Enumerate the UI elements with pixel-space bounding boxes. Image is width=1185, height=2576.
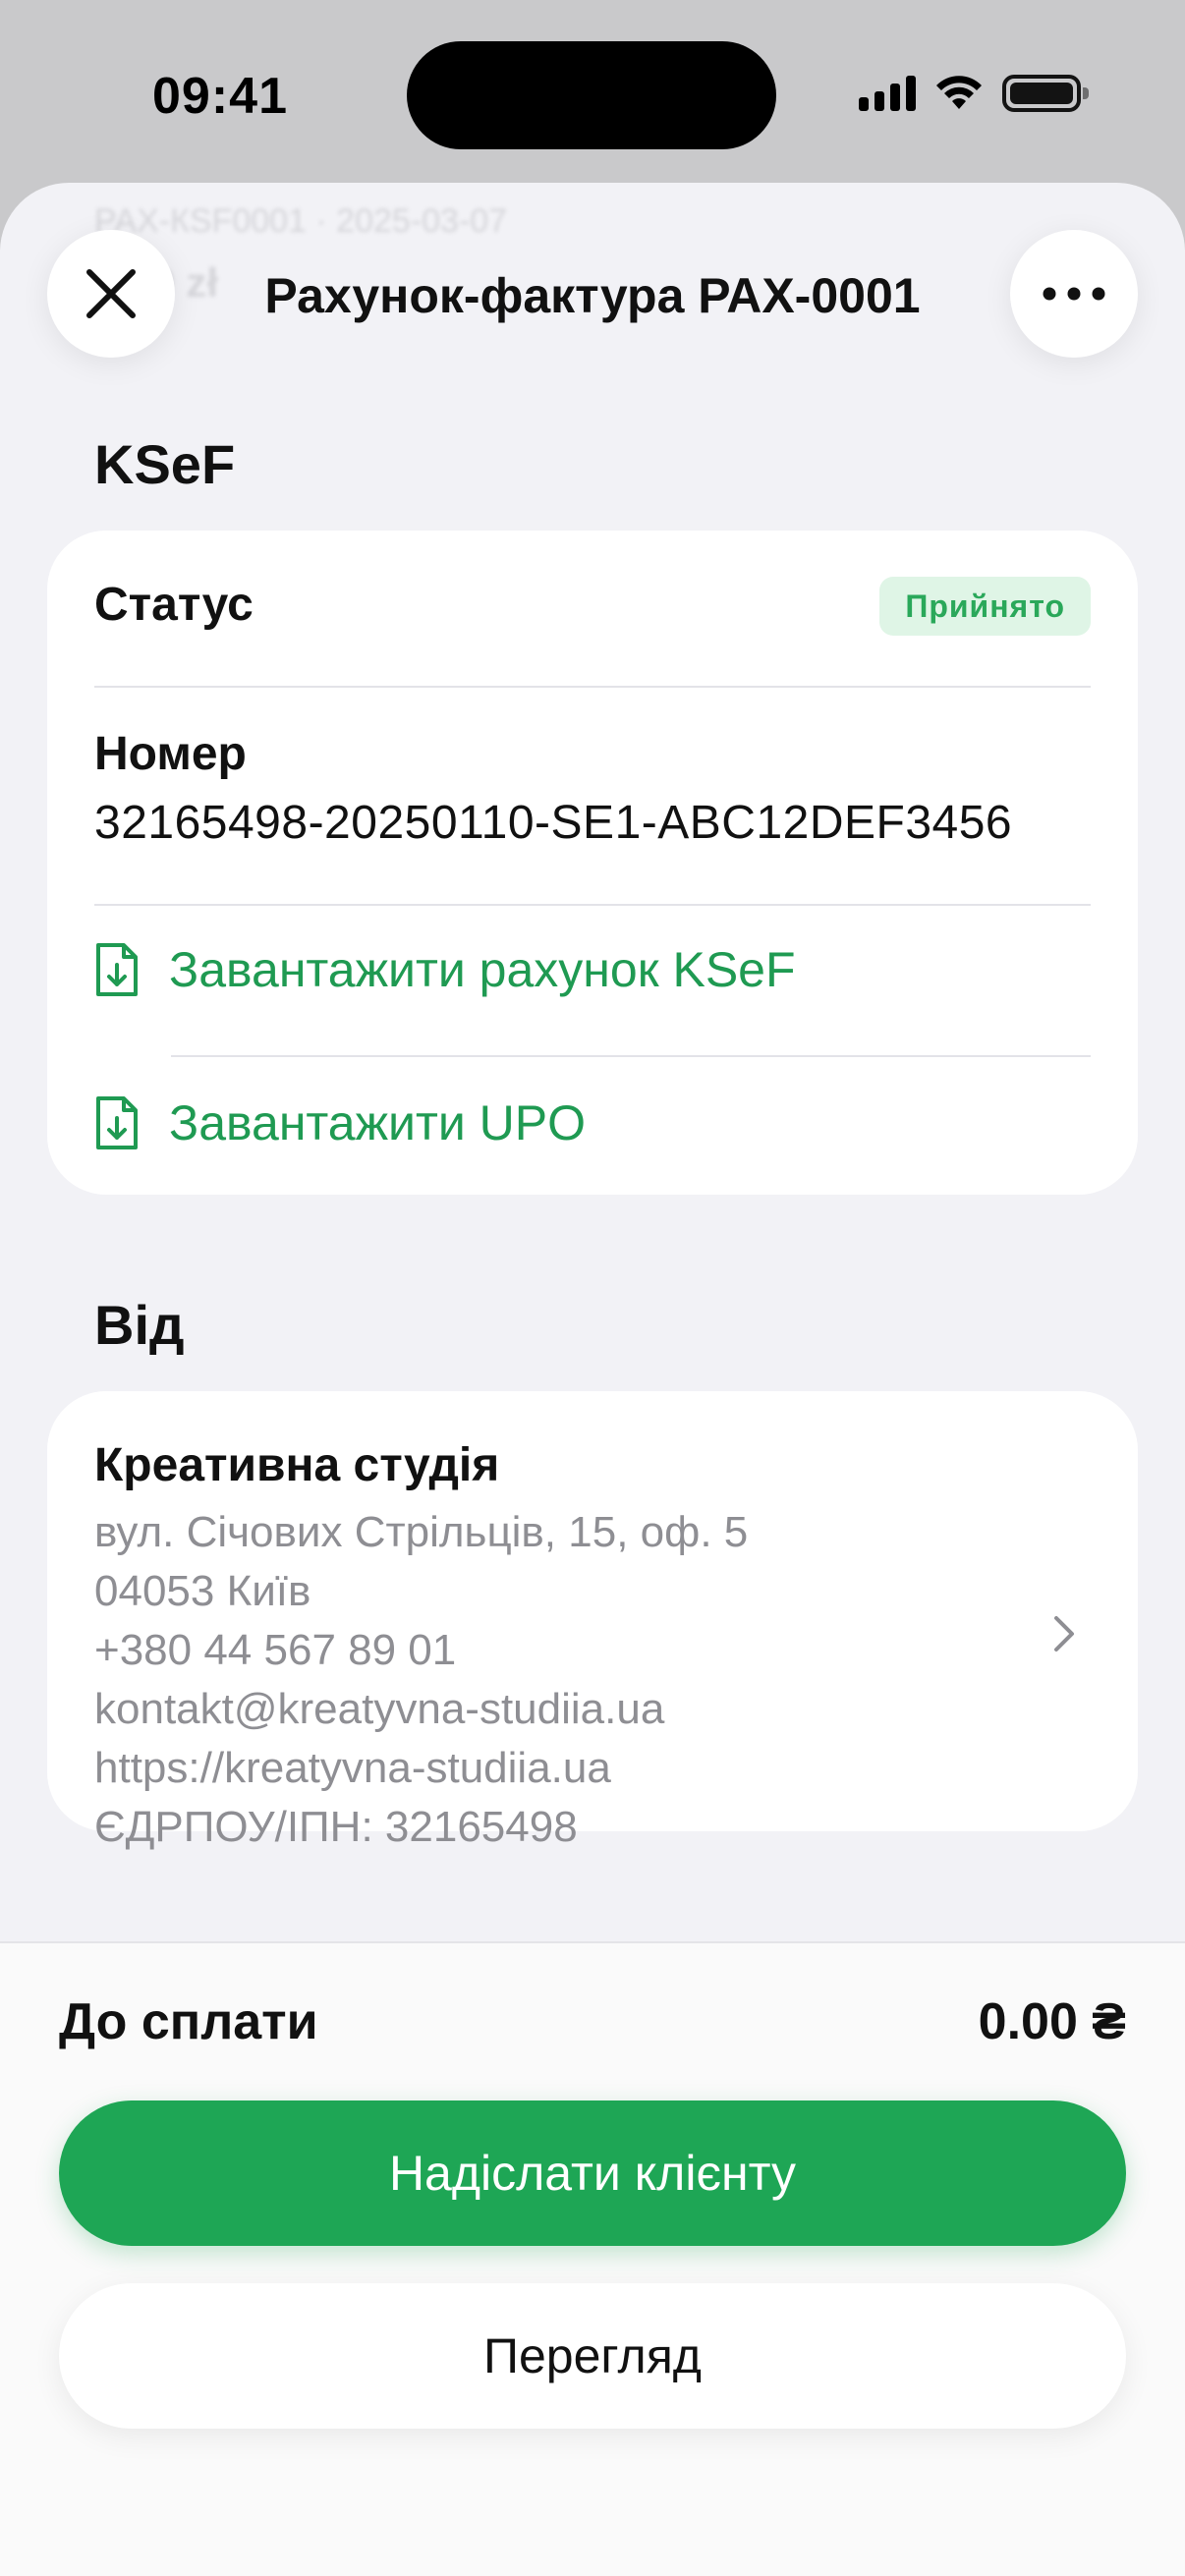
download-file-icon: [96, 943, 138, 996]
company-details: вул. Січових Стрільців, 15, оф. 5 04053 …: [94, 1503, 748, 1857]
status-label: Статус: [94, 579, 254, 631]
amount-due-value: 0.00 ₴: [978, 1993, 1126, 2050]
chevron-right-icon: [1054, 1616, 1074, 1652]
company-tax-id: ЄДРПОУ/ІПН: 32165498: [94, 1803, 578, 1851]
cellular-signal-icon: [859, 76, 916, 111]
bottom-action-panel: До сплати 0.00 ₴ Надіслати клієнту Перег…: [0, 1941, 1185, 2576]
company-address: вул. Січових Стрільців, 15, оф. 5: [94, 1508, 749, 1556]
ksef-card: Статус Прийнято Номер 32165498-20250110-…: [47, 531, 1138, 1195]
more-icon: [1043, 287, 1105, 301]
battery-icon: [1002, 75, 1089, 112]
download-upo-label: Завантажити UPO: [169, 1095, 587, 1150]
download-file-icon: [96, 1096, 138, 1149]
download-upo-link[interactable]: Завантажити UPO: [94, 1094, 586, 1151]
company-email: kontakt@kreatyvna-studiia.ua: [94, 1685, 665, 1733]
status-icons: [859, 75, 1089, 112]
divider: [94, 686, 1091, 688]
download-ksef-invoice-label: Завантажити рахунок KSeF: [169, 942, 796, 997]
status-bar: 09:41: [0, 0, 1185, 187]
divider: [94, 904, 1091, 906]
download-ksef-invoice-link[interactable]: Завантажити рахунок KSeF: [94, 941, 796, 998]
more-button[interactable]: [1010, 230, 1138, 358]
status-badge: Прийнято: [879, 577, 1091, 636]
preview-button[interactable]: Перегляд: [59, 2283, 1126, 2429]
sender-card[interactable]: Креативна студія вул. Січових Стрільців,…: [47, 1391, 1138, 1851]
company-name: Креативна студія: [94, 1439, 500, 1491]
dynamic-island: [407, 41, 776, 149]
ghost-header-line: РАХ-КSF0001 · 2025-03-07: [94, 202, 508, 240]
from-section-title: Від: [94, 1294, 185, 1356]
ksef-section-title: KSeF: [94, 433, 236, 495]
ksef-number-value: 32165498-20250110-SE1-ABC12DEF3456: [94, 797, 1013, 849]
status-time: 09:41: [152, 68, 288, 125]
company-website: https://kreatyvna-studiia.ua: [94, 1744, 611, 1792]
company-city: 04053 Київ: [94, 1567, 311, 1615]
wifi-icon: [936, 76, 982, 109]
company-phone: +380 44 567 89 01: [94, 1626, 457, 1674]
page-title: Рахунок-фактура РАХ-0001: [264, 268, 921, 323]
send-to-client-button[interactable]: Надіслати клієнту: [59, 2100, 1126, 2246]
number-label: Номер: [94, 728, 247, 780]
divider: [171, 1055, 1091, 1057]
amount-due-label: До сплати: [59, 1993, 318, 2050]
